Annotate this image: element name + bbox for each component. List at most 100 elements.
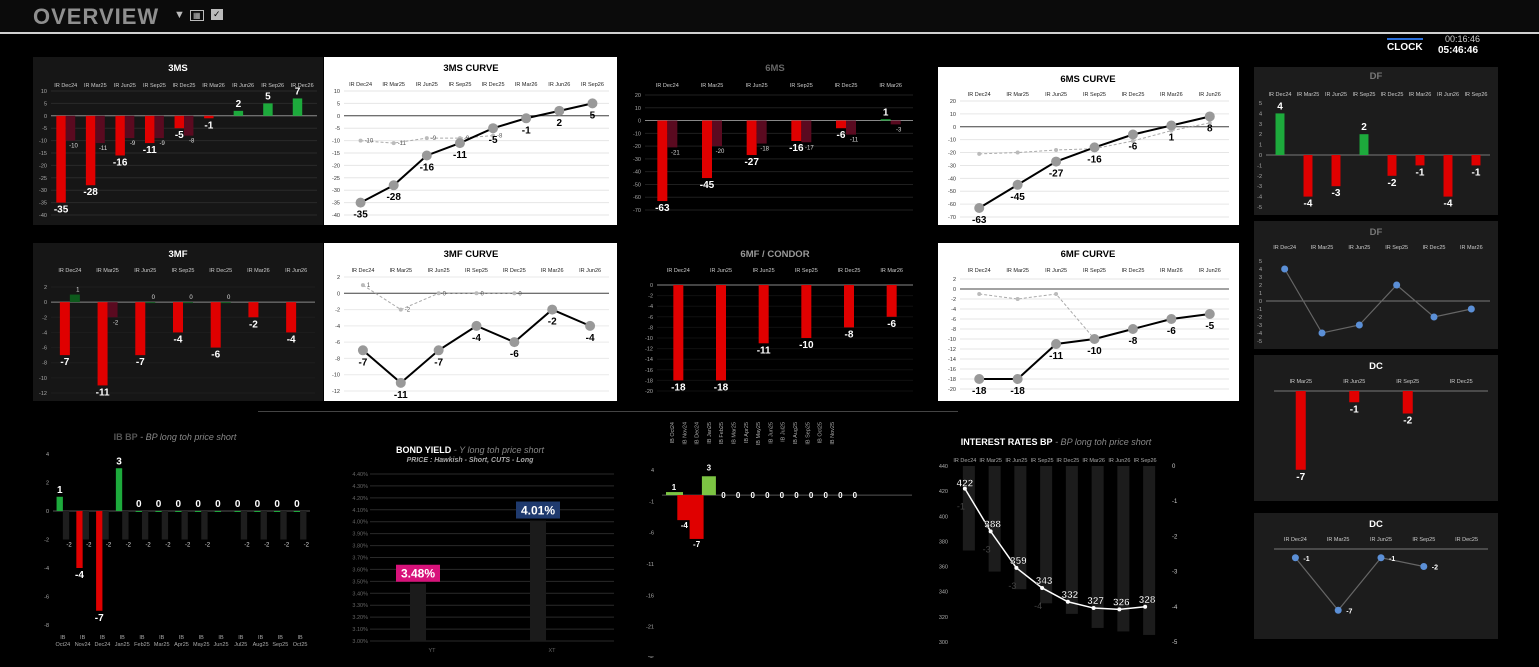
cdf1-svg: DF 5 4 3 2 1 0 -1 -2 -3 -4 -5 IR Dec24 IR Mar25 IR Jun…: [1257, 71, 1490, 211]
checkbox-icon[interactable]: ✓: [211, 9, 223, 20]
c3ms-ytick: -15: [39, 151, 47, 157]
c6msc-title: 6MS CURVE: [1060, 74, 1115, 85]
c3mf-ytick: -4: [42, 330, 47, 336]
c6msc-data-label: -27: [1049, 169, 1064, 180]
cmid-data-label: 0: [780, 491, 785, 500]
cbond-svg: BOND YIELD - Y long toh price short 4.40%…: [352, 445, 614, 654]
cdf2-xtick: IR Mar25: [1311, 245, 1334, 251]
cib-prev-bar: [102, 511, 109, 540]
c3mf-xtick: IR Jun25: [134, 268, 156, 274]
c3mfc-xtick: IR Mar25: [389, 268, 412, 274]
cbond-data-label: 4.01%: [521, 504, 555, 518]
cdc2-xtick: IR Mar25: [1327, 537, 1350, 543]
cdf2-ytick: -4: [1257, 331, 1262, 337]
c3mfc-data-label: -4: [586, 333, 595, 344]
c3ms-bar: [204, 115, 214, 119]
cib-ytick: -4: [44, 566, 49, 572]
c6msc-point: [1127, 129, 1138, 140]
c3msc-ytick: -15: [332, 151, 340, 157]
filter-dropdown-icon[interactable]: ▼: [174, 9, 185, 21]
c6msc-prev-point: [1015, 150, 1020, 155]
cib-xtick: IB: [120, 635, 126, 641]
cib-data-label: 0: [235, 499, 241, 510]
cib-xtick: IB: [238, 635, 244, 641]
c6msc-point: [1012, 179, 1023, 190]
c6mf-xtick: IR Sep25: [795, 268, 818, 274]
cdf1-xtick: IR Dec25: [1381, 92, 1404, 98]
cib-xtick: Oct25: [293, 642, 308, 648]
c3msc-point: [488, 123, 499, 134]
cib-data-label: 0: [255, 499, 261, 510]
cib-bar: [234, 511, 241, 512]
cir-xtick: IR Mar26: [1082, 458, 1105, 464]
c3mfc-prev-point: [512, 291, 517, 296]
cib-prev-label: -2: [86, 543, 92, 549]
cir-y2tick: -5: [1172, 640, 1178, 646]
c3ms-prev-bar: [95, 115, 105, 144]
cir-svg: INTEREST RATES BP - BP long toh price sh…: [939, 437, 1178, 646]
c6ms-bar: [836, 120, 846, 129]
cdf2-title: DF: [1370, 227, 1383, 238]
cib-bar: [274, 511, 281, 512]
c6mfc-ytick: -10: [948, 337, 956, 343]
c6msc-data-label: -6: [1128, 142, 1137, 153]
c3msc-ytick: 10: [334, 89, 340, 95]
c3mf-prev-label: 1: [76, 288, 80, 294]
cdf2-xtick: IR Dec24: [1273, 245, 1296, 251]
clock-elapsed: 00:16:46: [1445, 34, 1481, 44]
c3mf-xtick: IR Dec25: [209, 268, 232, 274]
cbond-ytick: 3.90%: [352, 532, 368, 538]
cib-data-label: 0: [156, 499, 162, 510]
c6ms-prev-bar: [890, 120, 901, 125]
c3mf-data-label: -6: [211, 350, 220, 361]
cdc2-xtick: IR Sep25: [1412, 537, 1435, 543]
cmid-data-label: 0: [736, 491, 741, 500]
cib-bar: [293, 511, 301, 512]
cib-xtick: Jun25: [214, 642, 229, 648]
chart-dc-line: DC IR Dec24 IR Mar25 IR Jun25 IR Sep25 IR Dec…: [1254, 513, 1498, 639]
cdf2-ytick: -1: [1257, 307, 1262, 313]
c3ms-bar: [174, 115, 184, 129]
cdf1-ytick: -2: [1257, 174, 1262, 180]
c6mf-ytick: 0: [650, 283, 653, 289]
cir-data-label: 327: [1087, 596, 1104, 607]
cir-xtick: IR Sep25: [1031, 458, 1054, 464]
cdf1-data-label: -4: [1304, 199, 1313, 210]
cdc2-main-line: [1294, 557, 1424, 612]
c3mf-ytick: -12: [39, 391, 47, 397]
c3mf-xtick: IR Sep25: [172, 268, 195, 274]
chart-ib-changes: 4 -1 -6 -11 -16 -21 -26 IB Oct24 IB Nov24 IB Dec2…: [640, 418, 920, 658]
cdf1-xtick: IR Sep26: [1465, 92, 1488, 98]
cmid-xtick: IB Jul25: [781, 422, 787, 442]
cib-prev-bar: [181, 511, 188, 540]
clock-time: 05:46:46: [1438, 45, 1479, 56]
c3mf-data-label: -4: [287, 334, 296, 345]
c3mfc-point: [395, 377, 406, 388]
c6mfc-ytick: -12: [948, 347, 956, 353]
c6ms-prev-bar: [846, 120, 856, 135]
c6mf-xtick: IR Jun25: [753, 268, 775, 274]
c6ms-prev-bar: [801, 120, 812, 143]
c6msc-xtick: IR Sep25: [1083, 92, 1106, 98]
c3mf-prev-bar: [69, 294, 80, 303]
cbond-ytick: 3.20%: [352, 615, 368, 621]
cib-xtick: IB: [278, 635, 284, 641]
cmid-ytick: -11: [646, 562, 654, 568]
c3mf-bar: [210, 302, 221, 348]
c6mfc-point: [1089, 334, 1100, 344]
c3ms-data-label: 7: [295, 86, 301, 97]
c3ms-data-label: -28: [83, 187, 98, 198]
cbond-ytick: 4.00%: [352, 520, 368, 526]
c6ms-prev-label: -3: [896, 127, 902, 133]
c6mfc-ytick: 0: [953, 287, 956, 293]
c3mfc-data-label: -7: [434, 357, 443, 368]
table-icon[interactable]: ▦: [190, 10, 204, 21]
c3msc-point: [587, 98, 598, 109]
c3ms-xtick: IR Jun26: [232, 83, 254, 89]
c6msc-point: [1204, 111, 1215, 122]
cmid-ytick: -16: [646, 593, 654, 599]
cib-prev-label: -2: [205, 543, 211, 549]
c3ms-data-label: -16: [113, 157, 128, 168]
cdf1-bar: [1387, 155, 1397, 176]
c3ms-ytick: -25: [39, 176, 47, 182]
